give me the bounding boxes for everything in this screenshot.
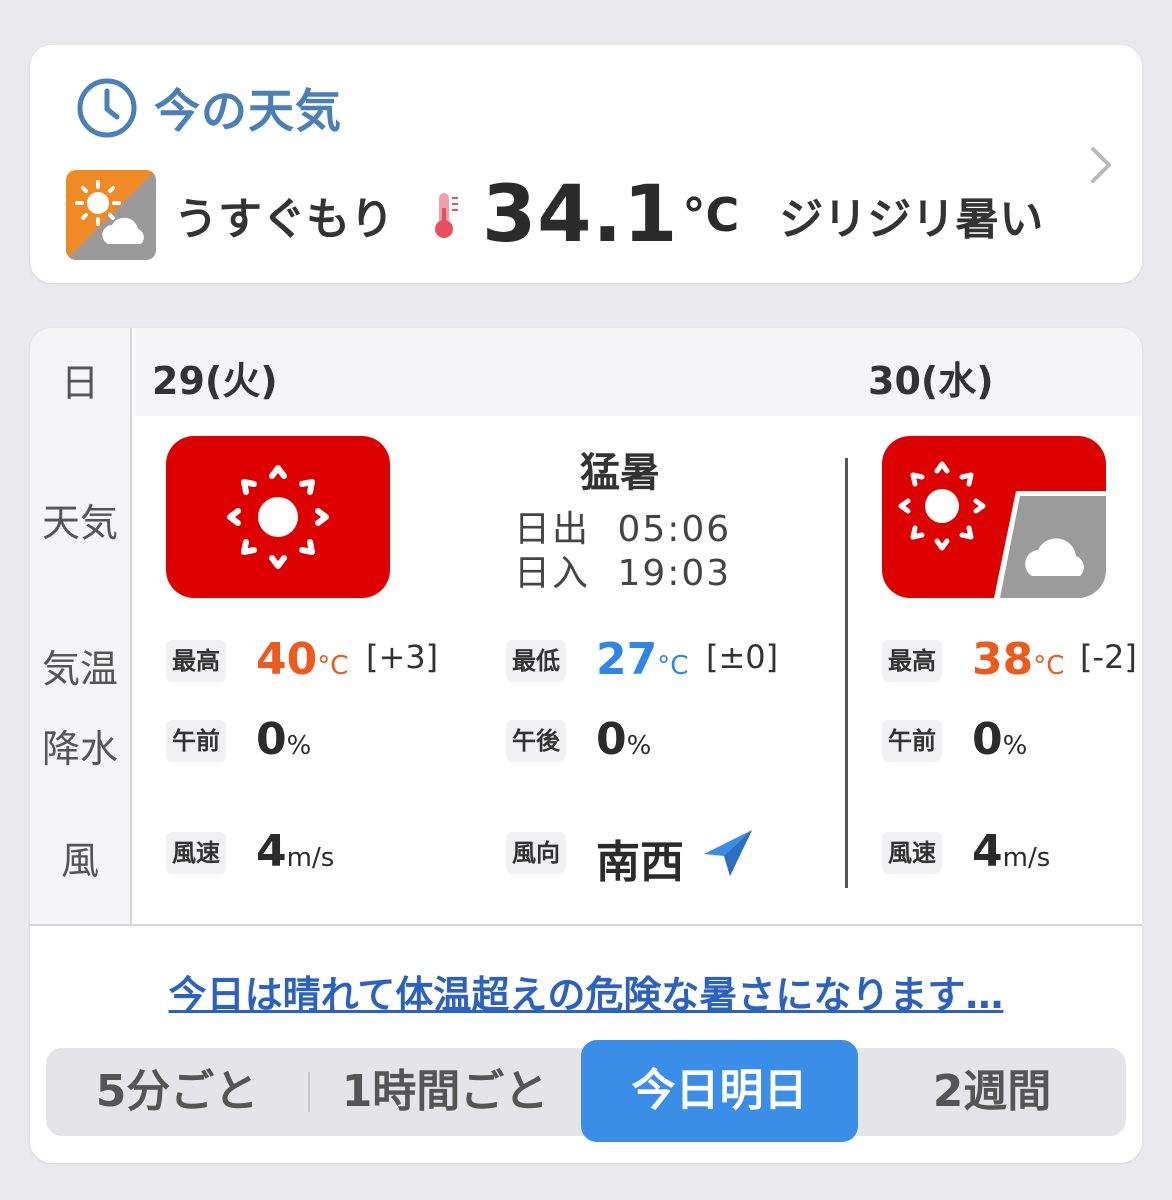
day1-am-precip: 0% [256, 714, 312, 765]
day1-low-label: 最低 [506, 640, 566, 682]
day2-am-precip: 0% [972, 714, 1028, 765]
day2-high-label: 最高 [882, 640, 942, 682]
current-temperature-unit: °C [682, 188, 740, 242]
current-weather-card[interactable]: 今の天気 うすぐもり 34.1 °C ジリジリ暑い [30, 45, 1142, 283]
day1-wind-dir-label: 風向 [506, 832, 566, 874]
wind-direction-arrow-icon [704, 830, 752, 876]
extreme-sun-icon [166, 436, 390, 598]
thermometer-icon [435, 193, 458, 238]
day1-pm-precip: 0% [596, 714, 652, 765]
chevron-right-icon[interactable] [1088, 145, 1114, 185]
row-label-wind: 風 [60, 839, 99, 883]
day1-date: 29(火) [152, 359, 278, 403]
row-label-precip: 降水 [41, 727, 118, 771]
tab-5min[interactable]: 5分ごと [46, 1048, 308, 1136]
day1-high-label: 最高 [166, 640, 226, 682]
day1-low-temp: 27°C [596, 634, 689, 685]
day1-wind-speed: 4m/s [256, 826, 335, 877]
day2-wind-speed-label: 風速 [882, 832, 942, 874]
sunset-label: 日入 [514, 553, 591, 594]
current-temperature: 34.1 [482, 170, 679, 260]
day1-high-diff: [+3] [366, 638, 439, 676]
sunny-then-cloudy-icon [66, 170, 156, 260]
forecast-card: 日 天気 気温 降水 風 29(火) 30(水) 猛暑 日出 05:06 日入 … [30, 328, 1142, 1163]
current-weather-row: うすぐもり 34.1 °C ジリジリ暑い [66, 170, 1043, 260]
clock-icon [77, 78, 137, 138]
day1-wind-dir: 南西 [596, 837, 684, 888]
forecast-detail-link[interactable]: 今日は晴れて体温超えの危険な暑さになります… [30, 964, 1142, 1019]
day1-am-label: 午前 [166, 720, 226, 762]
day1-low-diff: [±0] [706, 638, 779, 676]
current-weather-title: 今の天気 [154, 84, 342, 138]
sunset-time: 19:03 [617, 553, 732, 594]
day2-wind-speed: 4m/s [972, 826, 1051, 877]
day2-high-temp: 38°C [972, 634, 1065, 685]
tab-today-tomorrow[interactable]: 今日明日 [581, 1040, 858, 1142]
day2-am-label: 午前 [882, 720, 942, 762]
view-mode-tabs: 5分ごと 1時間ごと 2週間 今日明日 [46, 1040, 1126, 1142]
day2-high-diff: [-2] [1080, 638, 1137, 676]
current-condition: うすぐもり [174, 194, 394, 245]
row-labels-column: 日 天気 気温 降水 風 [30, 328, 132, 924]
day1-summary-title: 猛暑 [580, 450, 660, 496]
sunset-row: 日入 19:03 [514, 544, 731, 596]
tab-hourly[interactable]: 1時間ごと [310, 1048, 580, 1136]
current-feeling: ジリジリ暑い [779, 194, 1044, 245]
row-label-weather: 天気 [41, 501, 118, 545]
day1-high-temp: 40°C [256, 634, 349, 685]
extreme-sun-then-cloudy-icon [882, 436, 1106, 598]
row-label-day: 日 [60, 361, 99, 405]
day1-wind-speed-label: 風速 [166, 832, 226, 874]
day-divider [845, 458, 848, 888]
day2-date: 30(水) [868, 359, 994, 403]
day1-summary: 猛暑 [510, 440, 730, 498]
section-divider [30, 924, 1142, 926]
day1-pm-label: 午後 [506, 720, 566, 762]
row-label-temperature: 気温 [41, 647, 118, 691]
current-weather-header: 今の天気 [76, 75, 342, 141]
tab-2weeks[interactable]: 2週間 [858, 1048, 1126, 1136]
